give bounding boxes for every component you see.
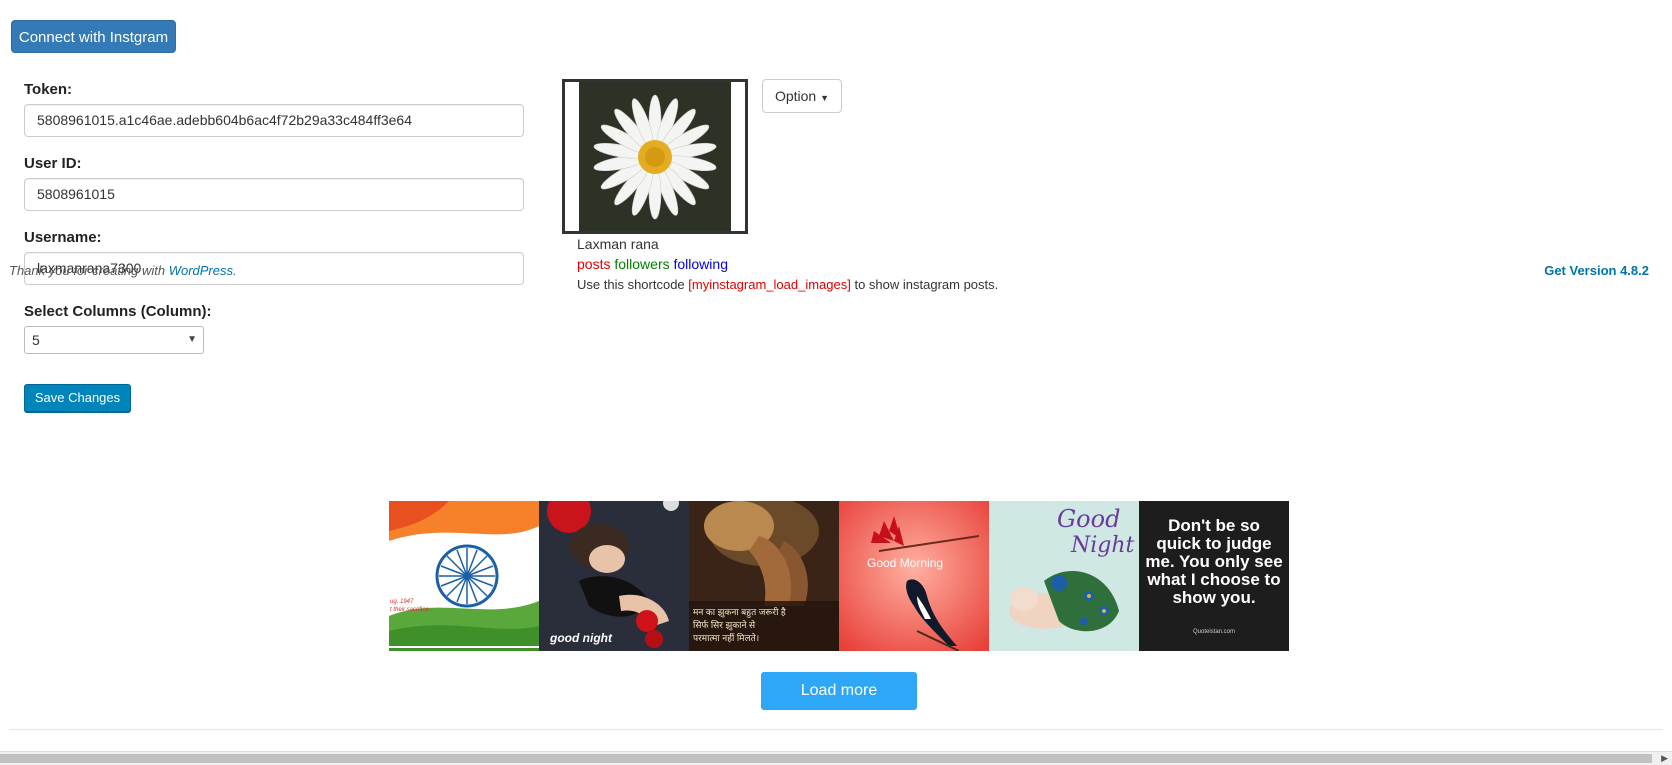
option-dropdown-button[interactable]: Option ▼ [762, 79, 842, 113]
columns-select[interactable]: 5 ▼ [24, 326, 204, 354]
wordpress-link[interactable]: WordPress. [169, 263, 237, 278]
token-input[interactable]: 5808961015.a1c46ae.adebb604b6ac4f72b29a3… [24, 104, 524, 137]
gallery-tile[interactable]: मन का झुकना बहुत जरूरी है सिर्फ सिर झुका… [689, 501, 839, 651]
profile-avatar [562, 79, 748, 234]
columns-select-value: 5 [32, 332, 40, 348]
profile-stats: posts followers following [577, 256, 728, 272]
userid-label: User ID: [24, 155, 82, 172]
tile-caption-line: परमात्मा नहीं मिलते। [693, 633, 760, 643]
load-more-button[interactable]: Load more [761, 672, 917, 710]
gallery-tile[interactable]: Don't be so quick to judge me. You only … [1139, 501, 1289, 651]
tile-caption-line: मन का झुकना बहुत जरूरी है [693, 607, 786, 617]
option-label: Option [774, 88, 817, 104]
divider [9, 729, 1663, 730]
tile-caption: Good Morning [867, 556, 944, 570]
tile-caption: t their sacrifice.. [390, 607, 433, 613]
caret-down-icon: ▼ [820, 93, 830, 103]
tile-caption: Night [1071, 533, 1135, 558]
connect-instagram-button[interactable]: Connect with Instgram [11, 20, 176, 53]
quote-text: Don't be so quick to judge me. You only … [1145, 516, 1283, 607]
chevron-down-icon: ▼ [187, 334, 197, 345]
daisy-icon [565, 82, 745, 231]
token-label: Token: [24, 81, 73, 98]
tile-caption: मन का झुकना बहुत जरूरी है सिर्फ सिर झुका… [693, 606, 786, 645]
tile-caption: good night [550, 631, 612, 645]
gallery-tile[interactable]: ug, 1947 t their sacrifice.. [389, 501, 539, 651]
scrollbar-thumb[interactable] [0, 754, 1652, 763]
shortcode-text: [myinstagram_load_images] [688, 277, 851, 292]
posts-stat: posts [577, 256, 611, 272]
profile-name: Laxman rana [577, 236, 659, 252]
shortcode-prefix: Use this shortcode [577, 277, 689, 292]
followers-stat: followers [614, 256, 670, 272]
gallery-tile[interactable]: Good Night [989, 501, 1139, 651]
footer-thanks-text: Thank you for creating with WordPress. [9, 263, 237, 278]
footer-thanks-label: Thank you for creating with [9, 263, 169, 278]
shortcode-instructions: Use this shortcode [myinstagram_load_ima… [577, 277, 998, 292]
bird-image-icon [839, 501, 989, 651]
userid-input[interactable]: 5808961015 [24, 178, 524, 211]
child-image-icon [539, 501, 689, 651]
save-changes-button[interactable]: Save Changes [24, 384, 131, 412]
gallery-tile[interactable]: Good Morning [839, 501, 989, 651]
quote-source: Quoteistan.com [1192, 629, 1236, 635]
shortcode-suffix: to show instagram posts. [850, 277, 999, 292]
tile-caption: Good [1057, 505, 1121, 533]
tile-caption: ug, 1947 [390, 599, 414, 605]
instagram-gallery: ug, 1947 t their sacrifice.. good night [389, 501, 1289, 651]
flag-image-icon [389, 501, 539, 651]
horizontal-scrollbar[interactable]: ▶ [0, 751, 1672, 765]
columns-label: Select Columns (Column): [24, 303, 212, 320]
gallery-tile[interactable]: good night [539, 501, 689, 651]
scroll-right-arrow-icon[interactable]: ▶ [1661, 752, 1668, 765]
tile-caption-line: सिर्फ सिर झुकाने से [693, 620, 756, 630]
get-version-link[interactable]: Get Version 4.8.2 [1544, 263, 1649, 278]
following-stat: following [673, 256, 728, 272]
username-label: Username: [24, 229, 102, 246]
